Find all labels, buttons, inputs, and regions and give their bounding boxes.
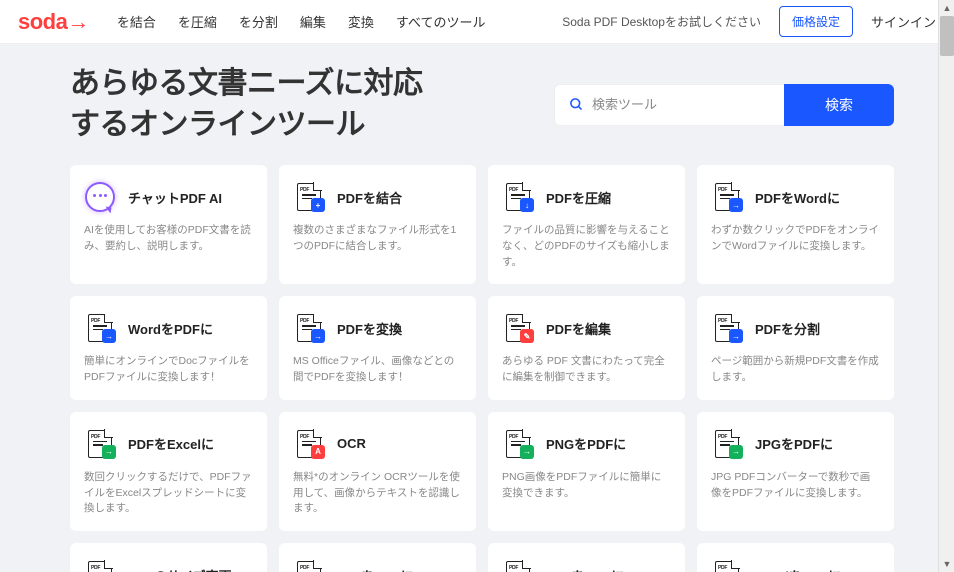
- document-icon: PDF→: [711, 312, 743, 344]
- tool-card[interactable]: PDF→PDFをJPGに数秒でPDFファイルをJPG画像に変換します。: [488, 543, 685, 572]
- tool-description: 無料*のオンライン OCRツールを使用して、画像からテキストを認識します。: [293, 470, 462, 517]
- document-icon: PDF↓: [502, 181, 534, 213]
- document-icon: PDF→: [293, 312, 325, 344]
- tool-description: AIを使用してお客様のPDF文書を読み、要約し、説明します。: [84, 223, 253, 255]
- document-icon: PDF→: [502, 559, 534, 572]
- tool-title: PDFをExcelに: [128, 434, 214, 453]
- document-icon: PDF→: [711, 181, 743, 213]
- scroll-up-icon[interactable]: ▲: [939, 0, 954, 16]
- tool-title: PDFのサイズ変更: [128, 566, 232, 572]
- tool-title: WordをPDFに: [128, 319, 213, 338]
- scrollbar-thumb[interactable]: [940, 16, 954, 56]
- document-icon: PDF→: [84, 428, 116, 460]
- tool-title: チャットPDF AI: [128, 188, 222, 207]
- page-title: あらゆる文書ニーズに対応 するオンラインツール: [70, 64, 423, 145]
- tool-title: PDFを分割: [755, 319, 820, 338]
- tool-card[interactable]: PDFA OCR 無料*のオンライン OCRツールを使用して、画像からテキストを認識…: [279, 412, 476, 531]
- tool-card[interactable]: PDF→ PDFを変換 MS Officeファイル、画像などとの間でPDFを変換しま…: [279, 296, 476, 400]
- nav-split[interactable]: を分割: [239, 12, 278, 31]
- nav-merge[interactable]: を結合: [117, 12, 156, 31]
- tool-title: PDFを結合: [337, 188, 402, 207]
- tool-description: ページ範囲から新規PDF文書を作成します。: [711, 354, 880, 386]
- nav: を結合 を圧縮 を分割 編集 変換 すべてのツール: [117, 12, 486, 31]
- tool-description: 数回クリックするだけで、PDFファイルをExcelスプレッドシートに変換します。: [84, 470, 253, 517]
- header: soda→ を結合 を圧縮 を分割 編集 変換 すべてのツール Soda PDF…: [0, 0, 954, 44]
- tool-title: PDFを圧縮: [546, 188, 611, 207]
- tool-title: PDFをWordに: [755, 188, 840, 207]
- chat-icon: [84, 181, 116, 213]
- search-icon: [569, 97, 584, 112]
- tool-card[interactable]: PDF↓ PDFを圧縮ファイルの品質に影響を与えることなく、どのPDFのサイズも縮…: [488, 165, 685, 284]
- tool-title: TXTをPDFに: [337, 566, 414, 572]
- tool-card[interactable]: PDF→ PDFをExcelに数回クリックするだけで、PDFファイルをExcelス…: [70, 412, 267, 531]
- tool-description: PNG画像をPDFファイルに簡単に変換できます。: [502, 470, 671, 502]
- tool-card[interactable]: PDF⤢PDFのサイズ変更オンラインでPDFファイルを簡単にサイズ変更します。: [70, 543, 267, 572]
- tool-title: JPGをPDFに: [755, 434, 833, 453]
- search-input[interactable]: [592, 97, 770, 112]
- logo[interactable]: soda→: [18, 9, 89, 35]
- nav-edit[interactable]: 編集: [300, 12, 326, 31]
- tool-description: JPG PDFコンバーターで数秒で画像をPDFファイルに変換します。: [711, 470, 880, 502]
- tool-card[interactable]: PDF→ WordをPDFに簡単にオンラインでDocファイルをPDFファイルに変換…: [70, 296, 267, 400]
- search-button[interactable]: 検索: [784, 84, 894, 126]
- tool-title: ExcelをPDFに: [755, 566, 841, 572]
- document-icon: PDF→: [502, 428, 534, 460]
- tool-card[interactable]: PDF→TXTをPDFに数回クリックするだけで、TXTファイルをPDFに変換でき…: [279, 543, 476, 572]
- tool-card[interactable]: チャットPDF AI AIを使用してお客様のPDF文書を読み、要約し、説明します。: [70, 165, 267, 284]
- tool-description: 簡単にオンラインでDocファイルをPDFファイルに変換します！: [84, 354, 253, 386]
- search-bar: 検索: [554, 84, 894, 126]
- tool-title: PDFをJPGに: [546, 566, 624, 572]
- tool-description: ファイルの品質に影響を与えることなく、どのPDFのサイズも縮小します。: [502, 223, 671, 270]
- document-icon: PDF→: [293, 559, 325, 572]
- tool-title: OCR: [337, 436, 366, 451]
- nav-convert[interactable]: 変換: [348, 12, 374, 31]
- document-icon: PDF+: [293, 181, 325, 213]
- scroll-down-icon[interactable]: ▼: [939, 556, 954, 572]
- tool-description: MS Officeファイル、画像などとの間でPDFを変換します！: [293, 354, 462, 386]
- scrollbar[interactable]: ▲ ▼: [938, 0, 954, 572]
- tool-description: あらゆる PDF 文書にわたって完全に編集を制御できます。: [502, 354, 671, 386]
- tool-card[interactable]: PDF✎ PDFを編集あらゆる PDF 文書にわたって完全に編集を制御できます。: [488, 296, 685, 400]
- tool-card[interactable]: PDF→ExcelをPDFにExcelスプレッドシートをオンラインでPDFに変換…: [697, 543, 894, 572]
- desktop-cta[interactable]: Soda PDF Desktopをお試しください: [562, 13, 761, 30]
- tool-description: わずか数クリックでPDFをオンラインでWordファイルに変換します。: [711, 223, 880, 255]
- nav-all-tools[interactable]: すべてのツール: [396, 12, 486, 31]
- document-icon: PDF→: [84, 312, 116, 344]
- pricing-button[interactable]: 価格設定: [779, 6, 853, 37]
- document-icon: PDF⤢: [84, 559, 116, 572]
- tool-card[interactable]: PDF+ PDFを結合複数のさまざまなファイル形式を1つのPDFに結合します。: [279, 165, 476, 284]
- document-icon: PDF✎: [502, 312, 534, 344]
- tool-title: PNGをPDFに: [546, 434, 626, 453]
- hero: あらゆる文書ニーズに対応 するオンラインツール 検索: [70, 64, 894, 145]
- tool-description: 複数のさまざまなファイル形式を1つのPDFに結合します。: [293, 223, 462, 255]
- nav-compress[interactable]: を圧縮: [178, 12, 217, 31]
- tools-grid: チャットPDF AI AIを使用してお客様のPDF文書を読み、要約し、説明します。…: [70, 165, 894, 572]
- document-icon: PDF→: [711, 559, 743, 572]
- tool-card[interactable]: PDF→ PDFを分割ページ範囲から新規PDF文書を作成します。: [697, 296, 894, 400]
- document-icon: PDF→: [711, 428, 743, 460]
- document-icon: PDFA: [293, 428, 325, 460]
- tool-card[interactable]: PDF→ PDFをWordにわずか数クリックでPDFをオンラインでWordファイル…: [697, 165, 894, 284]
- tool-card[interactable]: PDF→ JPGをPDFに JPG PDFコンバーターで数秒で画像をPDFファイルに…: [697, 412, 894, 531]
- signin-link[interactable]: サインイン: [871, 12, 936, 31]
- tool-title: PDFを編集: [546, 319, 611, 338]
- tool-title: PDFを変換: [337, 319, 402, 338]
- tool-card[interactable]: PDF→ PNGをPDFに PNG画像をPDFファイルに簡単に変換できます。: [488, 412, 685, 531]
